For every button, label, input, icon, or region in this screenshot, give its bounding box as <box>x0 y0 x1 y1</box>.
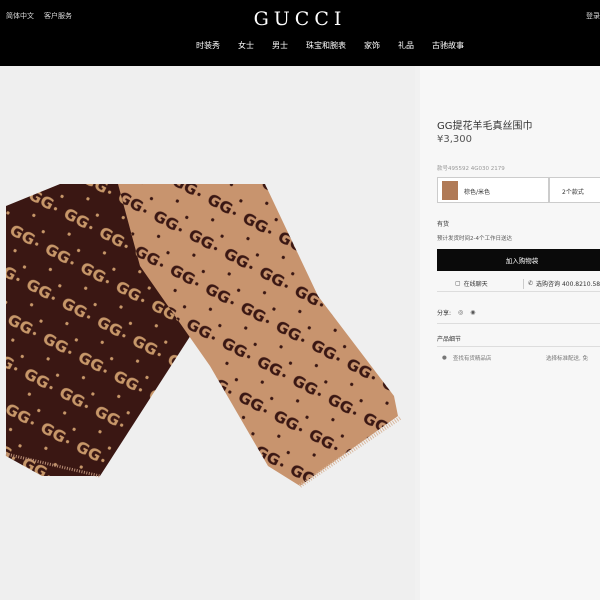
nav-item-women[interactable]: 女士 <box>238 40 254 51</box>
contact-row: ▢ 在线聊天 ✆ 选购咨询 400.8210.582 <box>437 276 600 292</box>
color-selector[interactable]: 棕色/米色 <box>437 177 549 203</box>
product-info-panel: GG提花羊毛真丝围巾 ¥3,300 款号495592 4G030 2179 棕色… <box>420 66 600 600</box>
product-details-toggle[interactable]: 产品细节 <box>437 334 461 343</box>
chat-bubble-icon: ▢ <box>455 280 461 287</box>
product-page: 简体中文 客户服务 登录 GUCCI 时装秀 女士 男士 珠宝和腕表 家饰 礼品… <box>0 0 600 600</box>
product-sku: 款号495592 4G030 2179 <box>437 166 505 172</box>
product-image[interactable]: GG GG <box>0 66 415 600</box>
add-to-cart-button[interactable]: 加入购物袋 <box>437 249 600 271</box>
main-nav: 时装秀 女士 男士 珠宝和腕表 家饰 礼品 古驰故事 <box>196 40 482 51</box>
divider <box>437 323 600 324</box>
divider <box>437 346 600 347</box>
stock-status: 有货 <box>437 221 450 228</box>
nav-item-men[interactable]: 男士 <box>272 40 288 51</box>
nav-item-shows[interactable]: 时装秀 <box>196 40 220 51</box>
find-store-label: 查找有货精品店 <box>452 356 492 362</box>
weibo-icon[interactable]: ◉ <box>470 309 475 316</box>
share-row: 分享: ◎ ◉ <box>437 308 476 317</box>
delivery-option: 选择标准配送, 免 <box>546 356 588 362</box>
brand-logo[interactable]: GUCCI <box>0 8 600 30</box>
find-store-link[interactable]: ● 查找有货精品店 <box>442 354 491 362</box>
style-label: 2个款式 <box>562 189 584 196</box>
nav-item-gifts[interactable]: 礼品 <box>398 40 414 51</box>
variant-selectors: 棕色/米色 2个款式 <box>437 177 600 203</box>
phone-consult-link[interactable]: ✆ 选购咨询 400.8210.582 <box>528 279 600 288</box>
nav-item-decor[interactable]: 家饰 <box>364 40 380 51</box>
divider <box>523 278 524 289</box>
product-price: ¥3,300 <box>437 134 472 145</box>
style-selector[interactable]: 2个款式 <box>549 177 600 203</box>
add-to-cart-label: 加入购物袋 <box>505 257 539 265</box>
phone-icon: ✆ <box>528 280 534 287</box>
nav-item-stories[interactable]: 古驰故事 <box>432 40 464 51</box>
nav-item-jewelry-watches[interactable]: 珠宝和腕表 <box>306 40 346 51</box>
wechat-icon[interactable]: ◎ <box>458 309 463 316</box>
product-title: GG提花羊毛真丝围巾 <box>437 121 533 132</box>
live-chat-link[interactable]: ▢ 在线聊天 <box>437 279 523 288</box>
site-header: 简体中文 客户服务 登录 GUCCI 时装秀 女士 男士 珠宝和腕表 家饰 礼品… <box>0 0 600 66</box>
location-pin-icon: ● <box>442 355 447 361</box>
shipping-estimate: 预计发货时间2-4个工作日送达 <box>437 236 512 242</box>
live-chat-label: 在线聊天 <box>463 281 488 288</box>
color-label: 棕色/米色 <box>464 189 491 196</box>
scarf-image: GG GG <box>5 184 402 488</box>
share-label: 分享: <box>437 310 452 317</box>
phone-consult-label: 选购咨询 400.8210.582 <box>536 281 600 288</box>
color-swatch <box>442 181 458 200</box>
